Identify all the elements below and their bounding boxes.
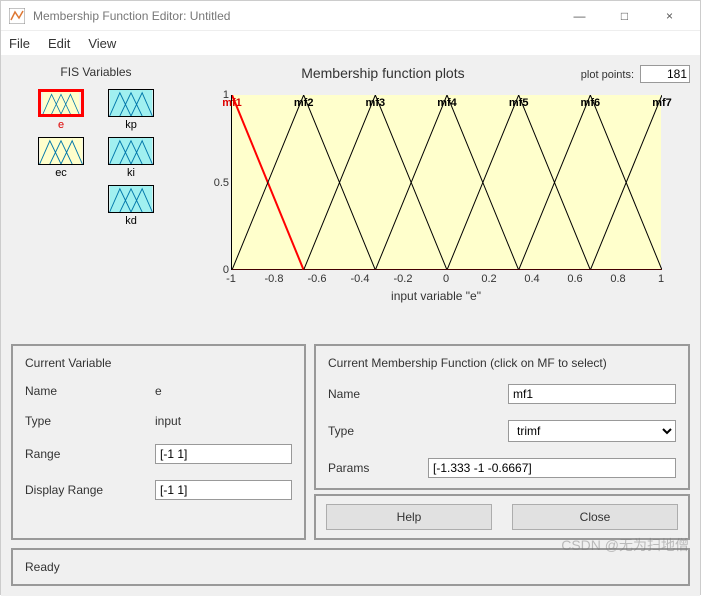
- titlebar: Membership Function Editor: Untitled — □…: [1, 1, 700, 31]
- mf-params-input[interactable]: [428, 458, 676, 478]
- xtick: -0.2: [394, 273, 413, 285]
- plot-axes[interactable]: mf1mf2mf3mf4mf5mf6mf7 00.51 -1-0.8-0.6-0…: [201, 85, 671, 305]
- fis-var-kd[interactable]: [108, 185, 154, 213]
- var-type-label: Type: [25, 414, 155, 428]
- mf-line-mf6[interactable]: [519, 95, 662, 270]
- mf-label: mf6: [581, 97, 601, 109]
- app-icon: [9, 8, 25, 24]
- mf-label: mf7: [652, 97, 672, 109]
- maximize-button[interactable]: □: [602, 2, 647, 30]
- var-drange-label: Display Range: [25, 483, 155, 497]
- fis-var-label: kp: [125, 119, 137, 131]
- mf-type-select[interactable]: trimf: [508, 420, 676, 442]
- fis-var-label: ki: [127, 167, 135, 179]
- mf-line-mf4[interactable]: [375, 95, 518, 270]
- fis-var-label: e: [58, 119, 64, 131]
- mf-label: mf5: [509, 97, 529, 109]
- var-range-label: Range: [25, 447, 155, 461]
- current-mf-title: Current Membership Function (click on MF…: [328, 356, 676, 370]
- fis-var-ki[interactable]: [108, 137, 154, 165]
- mf-type-label: Type: [328, 424, 508, 438]
- fis-var-e[interactable]: [38, 89, 84, 117]
- fis-variables-title: FIS Variables: [11, 65, 181, 79]
- xtick: -0.8: [265, 273, 284, 285]
- fis-var-label: ec: [55, 167, 67, 179]
- mf-params-label: Params: [328, 461, 428, 475]
- xtick: -1: [226, 273, 236, 285]
- current-variable-title: Current Variable: [25, 356, 292, 370]
- mf-label: mf2: [294, 97, 314, 109]
- menu-file[interactable]: File: [9, 36, 30, 51]
- plot-points-label: plot points:: [581, 69, 634, 81]
- ytick: 0: [201, 264, 229, 276]
- xtick: -0.4: [351, 273, 370, 285]
- minimize-button[interactable]: —: [557, 2, 602, 30]
- fis-var-ec[interactable]: [38, 137, 84, 165]
- var-range-input[interactable]: [155, 444, 292, 464]
- menubar: File Edit View: [1, 31, 700, 55]
- xtick: 0: [443, 273, 449, 285]
- var-drange-input[interactable]: [155, 480, 292, 500]
- menu-edit[interactable]: Edit: [48, 36, 70, 51]
- mf-line-mf5[interactable]: [447, 95, 590, 270]
- mf-line-mf2[interactable]: [232, 95, 375, 270]
- var-name-label: Name: [25, 384, 155, 398]
- mf-line-mf3[interactable]: [304, 95, 447, 270]
- xtick: 1: [658, 273, 664, 285]
- menu-view[interactable]: View: [88, 36, 116, 51]
- current-mf-panel: Current Membership Function (click on MF…: [314, 344, 690, 490]
- var-type-value: input: [155, 414, 292, 428]
- window-title: Membership Function Editor: Untitled: [33, 9, 557, 23]
- mf-name-label: Name: [328, 387, 508, 401]
- close-button[interactable]: Close: [512, 504, 678, 530]
- help-button[interactable]: Help: [326, 504, 492, 530]
- mf-label: mf3: [366, 97, 386, 109]
- ytick: 0.5: [201, 177, 229, 189]
- xtick: 0.4: [524, 273, 539, 285]
- current-variable-panel: Current Variable Namee Typeinput Range D…: [11, 344, 306, 540]
- plot-xlabel: input variable "e": [201, 289, 671, 303]
- ytick: 1: [201, 89, 229, 101]
- xtick: 0.8: [610, 273, 625, 285]
- xtick: 0.6: [567, 273, 582, 285]
- xtick: -0.6: [308, 273, 327, 285]
- fis-var-kp[interactable]: [108, 89, 154, 117]
- fis-var-label: kd: [125, 215, 137, 227]
- mf-name-input[interactable]: [508, 384, 676, 404]
- plot-points-input[interactable]: [640, 65, 690, 83]
- fis-variables-panel: FIS Variables e kp ec ki kd: [11, 65, 181, 336]
- close-window-button[interactable]: ×: [647, 2, 692, 30]
- mf-label: mf4: [437, 97, 457, 109]
- status-bar: Ready: [11, 548, 690, 586]
- plot-title: Membership function plots: [191, 65, 575, 81]
- var-name-value: e: [155, 384, 292, 398]
- xtick: 0.2: [481, 273, 496, 285]
- plot-panel: Membership function plots plot points: m…: [191, 65, 690, 336]
